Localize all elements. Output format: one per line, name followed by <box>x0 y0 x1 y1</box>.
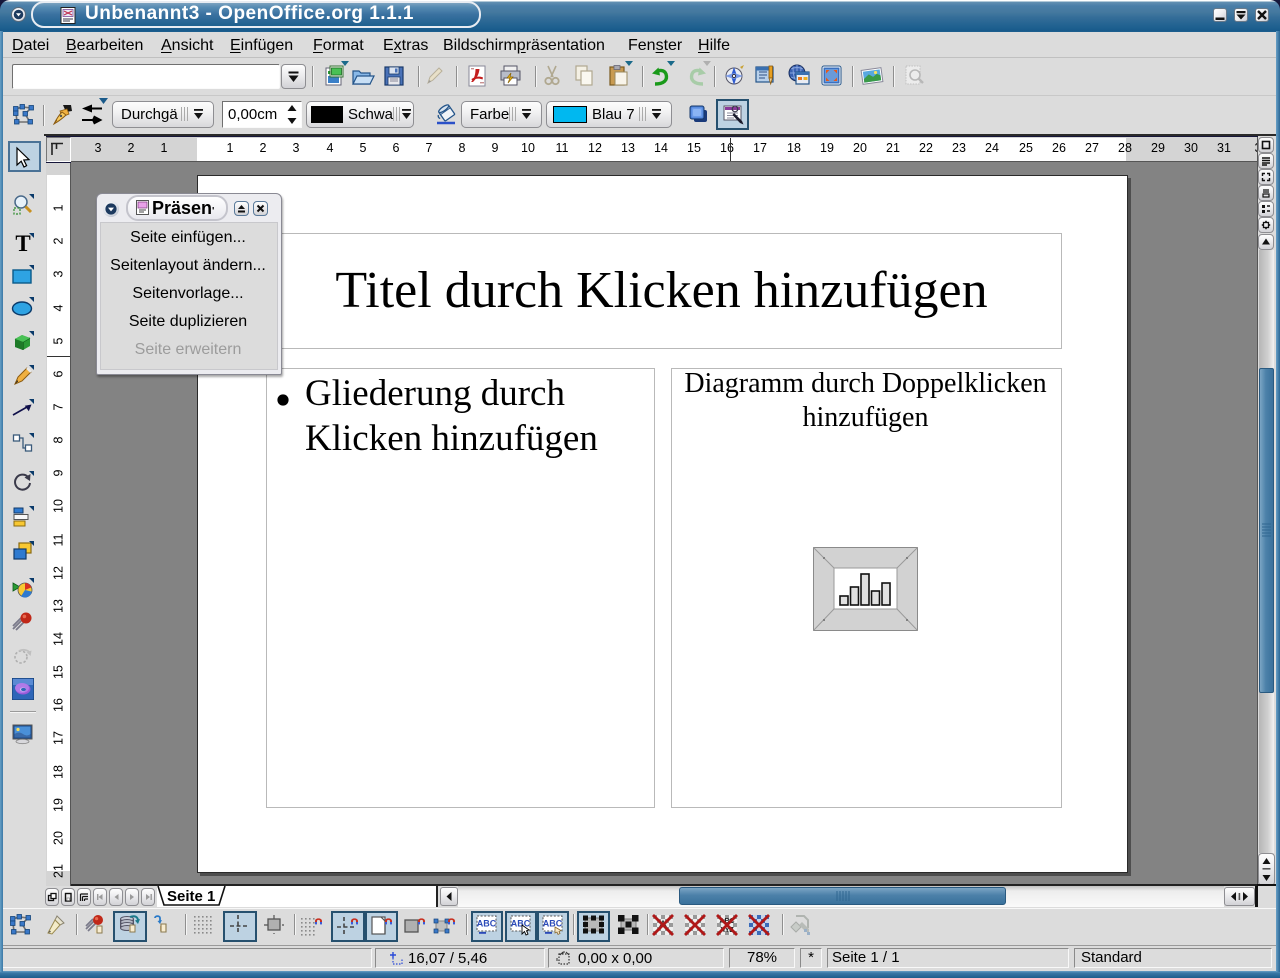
svg-text:T: T <box>15 232 30 256</box>
svg-text:ABC: ABC <box>477 919 497 929</box>
svg-text:ABC: ABC <box>543 919 563 929</box>
svg-text:ABC: ABC <box>511 919 531 929</box>
